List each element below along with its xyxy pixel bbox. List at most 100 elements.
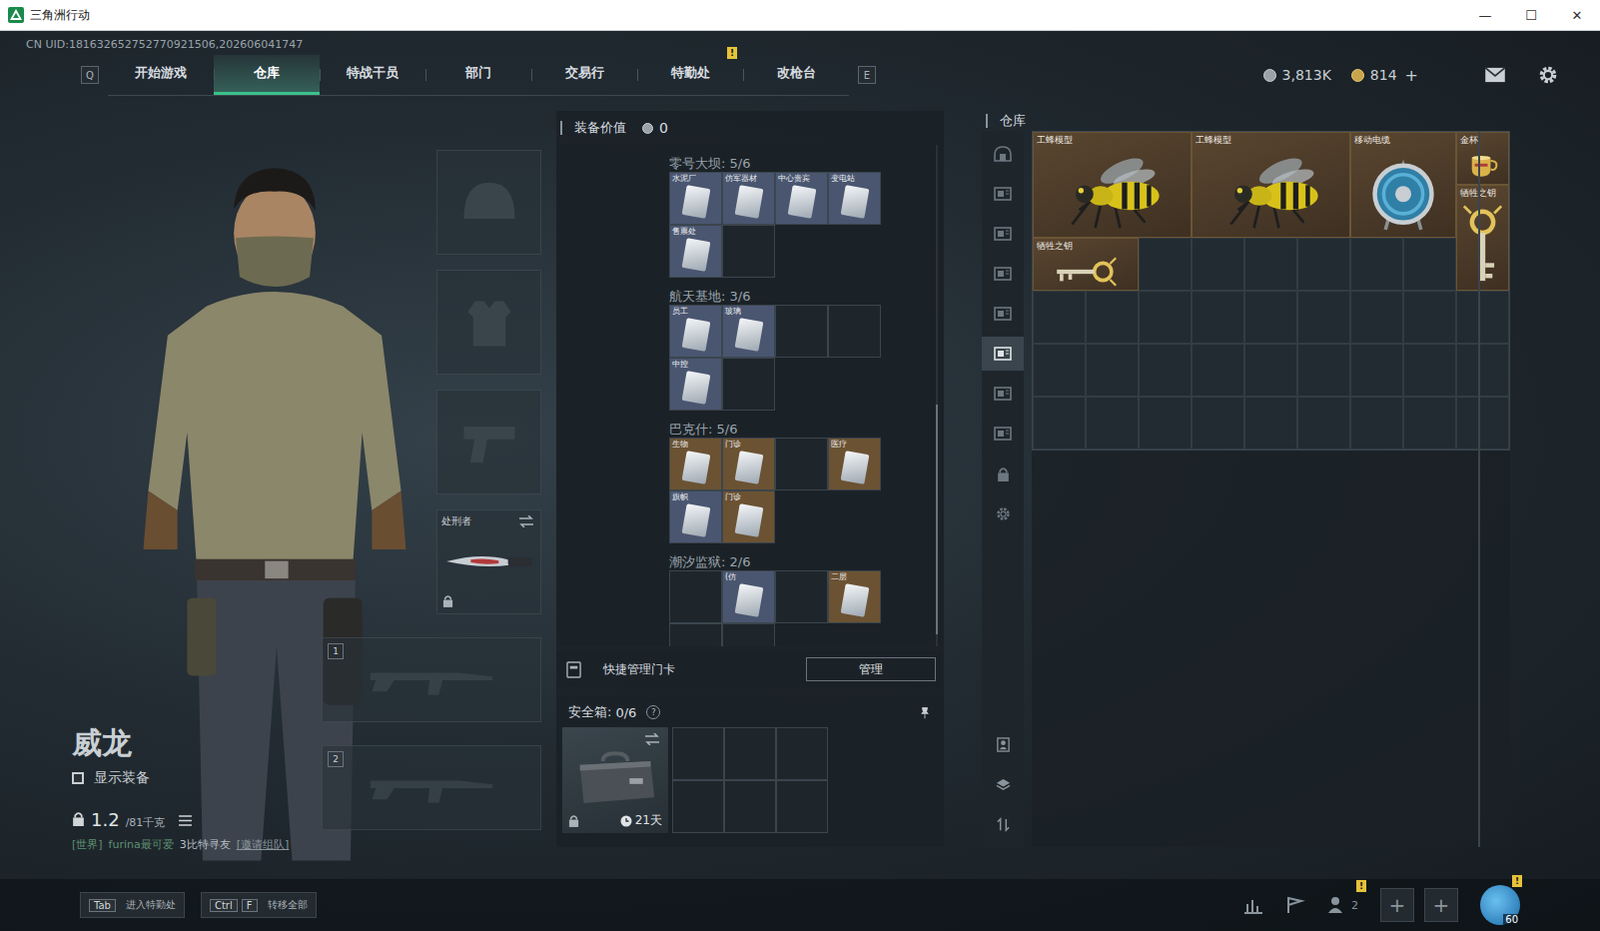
warehouse-cell[interactable] (1403, 290, 1457, 344)
keycard-slot[interactable] (722, 224, 776, 278)
warehouse-cell[interactable] (1297, 343, 1351, 397)
warehouse-tab[interactable] (981, 216, 1024, 251)
warehouse-cell[interactable] (1138, 237, 1192, 291)
nav-tab[interactable]: 仓库 (213, 54, 320, 95)
sort-button[interactable] (981, 806, 1024, 841)
friends-button[interactable]: 2 ! (1327, 895, 1359, 914)
chat-invite-link[interactable]: [邀请组队] (236, 836, 290, 852)
swap-icon[interactable] (518, 515, 535, 528)
keycard-slot[interactable]: 门诊 (722, 490, 776, 544)
armor-slot[interactable] (436, 269, 542, 375)
party-invite-slot[interactable]: + (1424, 887, 1459, 922)
warehouse-tab[interactable] (981, 176, 1024, 211)
safe-box-slot[interactable] (776, 727, 828, 781)
keycard-slot[interactable] (669, 623, 723, 647)
warehouse-cell[interactable] (1138, 290, 1192, 344)
warehouse-cell[interactable] (1350, 396, 1404, 450)
warehouse-cell[interactable] (1032, 290, 1086, 344)
keycard-slot[interactable] (827, 304, 881, 358)
keycard-slot[interactable] (669, 570, 723, 624)
warehouse-settings-button[interactable] (981, 496, 1024, 531)
keycard-slot[interactable] (722, 357, 776, 411)
lock-button[interactable] (981, 456, 1024, 491)
flag-icon[interactable] (1285, 895, 1306, 914)
warehouse-cell[interactable] (1244, 343, 1298, 397)
warehouse-cell[interactable] (1191, 290, 1245, 344)
keycard-slot[interactable]: 医疗 (827, 437, 881, 491)
keycard-slot[interactable]: 仿军器材 (722, 171, 776, 225)
warehouse-cell[interactable] (1350, 237, 1404, 291)
warehouse-cell[interactable] (1191, 343, 1245, 397)
nav-tab[interactable]: 开始游戏 (107, 54, 214, 95)
scrollbar[interactable] (935, 144, 938, 647)
warehouse-cell[interactable] (1403, 396, 1457, 450)
keycard-slot[interactable]: 中心贵宾 (775, 171, 828, 225)
nav-tab[interactable]: 交易行 (531, 54, 638, 95)
warehouse-tab[interactable] (981, 336, 1024, 371)
currency-add-button[interactable]: + (1403, 65, 1421, 85)
nav-tab[interactable]: 特战干员 (319, 54, 426, 95)
keycard-slot[interactable]: (仿 (722, 570, 776, 624)
nav-right-key[interactable]: E (857, 65, 876, 84)
pistol-slot[interactable] (436, 389, 542, 495)
keycard-slot[interactable]: 员工 (669, 304, 723, 358)
party-invite-slot[interactable]: + (1380, 887, 1415, 922)
keycard-slot[interactable] (722, 623, 776, 647)
layers-button[interactable] (981, 767, 1024, 801)
helmet-slot[interactable] (436, 149, 542, 255)
nav-left-key[interactable]: Q (80, 65, 99, 84)
warehouse-cell[interactable] (1244, 396, 1298, 450)
warehouse-cell[interactable] (1191, 237, 1245, 291)
weapon-slot[interactable]: 2 (321, 745, 542, 830)
safe-box-slot[interactable] (724, 727, 777, 781)
keycard-slot[interactable]: 旗帜 (669, 490, 723, 544)
warehouse-cell[interactable] (1032, 396, 1086, 450)
safe-box-slot[interactable] (724, 780, 777, 833)
keycard-slot[interactable]: 售票处 (669, 224, 723, 278)
warehouse-tab[interactable] (981, 256, 1024, 291)
swap-icon[interactable] (644, 733, 661, 746)
safe-box-slot[interactable] (672, 780, 725, 833)
warehouse-cell[interactable] (1085, 290, 1139, 344)
checkbox-box[interactable] (71, 772, 84, 785)
warehouse-item[interactable]: 工蜂模型 (1032, 131, 1192, 238)
warehouse-item[interactable]: 金杯 (1456, 131, 1510, 185)
warehouse-scrollbar[interactable] (1478, 130, 1481, 847)
warehouse-item[interactable]: 牺牲之钥 (1032, 237, 1139, 291)
warehouse-cell[interactable] (1297, 237, 1351, 291)
warehouse-cell[interactable] (1350, 343, 1404, 397)
warehouse-tab[interactable] (981, 376, 1024, 411)
warehouse-cell[interactable] (1350, 290, 1404, 344)
window-control-button[interactable]: ✕ (1554, 0, 1600, 30)
operator-storage-button[interactable] (981, 727, 1024, 762)
warehouse-item[interactable]: 工蜂模型 (1191, 131, 1351, 238)
warehouse-cell[interactable] (1403, 237, 1457, 291)
keycard-slot[interactable]: 水泥厂 (669, 171, 723, 225)
warehouse-cell[interactable] (1456, 396, 1510, 450)
keycard-slot[interactable] (775, 304, 828, 358)
keycard-slot[interactable]: 生物 (669, 437, 723, 491)
warehouse-item[interactable]: 移动电缆 (1350, 131, 1457, 238)
keycard-slot[interactable]: 门诊 (722, 437, 776, 491)
weapon-slot[interactable]: 1 (321, 637, 542, 723)
keycard-slot[interactable]: 变电站 (827, 171, 881, 225)
manage-button[interactable]: 管理 (805, 657, 936, 682)
mail-icon[interactable] (1484, 66, 1507, 83)
warehouse-cell[interactable] (1138, 343, 1192, 397)
settings-gear-icon[interactable] (1538, 64, 1559, 85)
warehouse-cell[interactable] (1456, 290, 1510, 344)
warehouse-item[interactable]: 牺牲之钥 (1456, 184, 1510, 291)
warehouse-tab[interactable] (981, 136, 1024, 171)
list-icon[interactable] (178, 814, 192, 826)
help-button[interactable]: ? (646, 705, 661, 720)
safe-case-slot[interactable]: 21天 (562, 727, 669, 833)
warehouse-cell[interactable] (1085, 343, 1139, 397)
nav-tab[interactable]: 部门 (425, 54, 532, 95)
keycard-slot[interactable] (775, 570, 828, 624)
show-gear-checkbox[interactable]: 显示装备 (71, 769, 322, 788)
warehouse-cell[interactable] (1032, 343, 1086, 397)
keycard-slot[interactable] (775, 437, 828, 491)
safe-box-slot[interactable] (776, 780, 828, 833)
window-control-button[interactable]: — (1462, 0, 1509, 30)
warehouse-cell[interactable] (1138, 396, 1192, 450)
